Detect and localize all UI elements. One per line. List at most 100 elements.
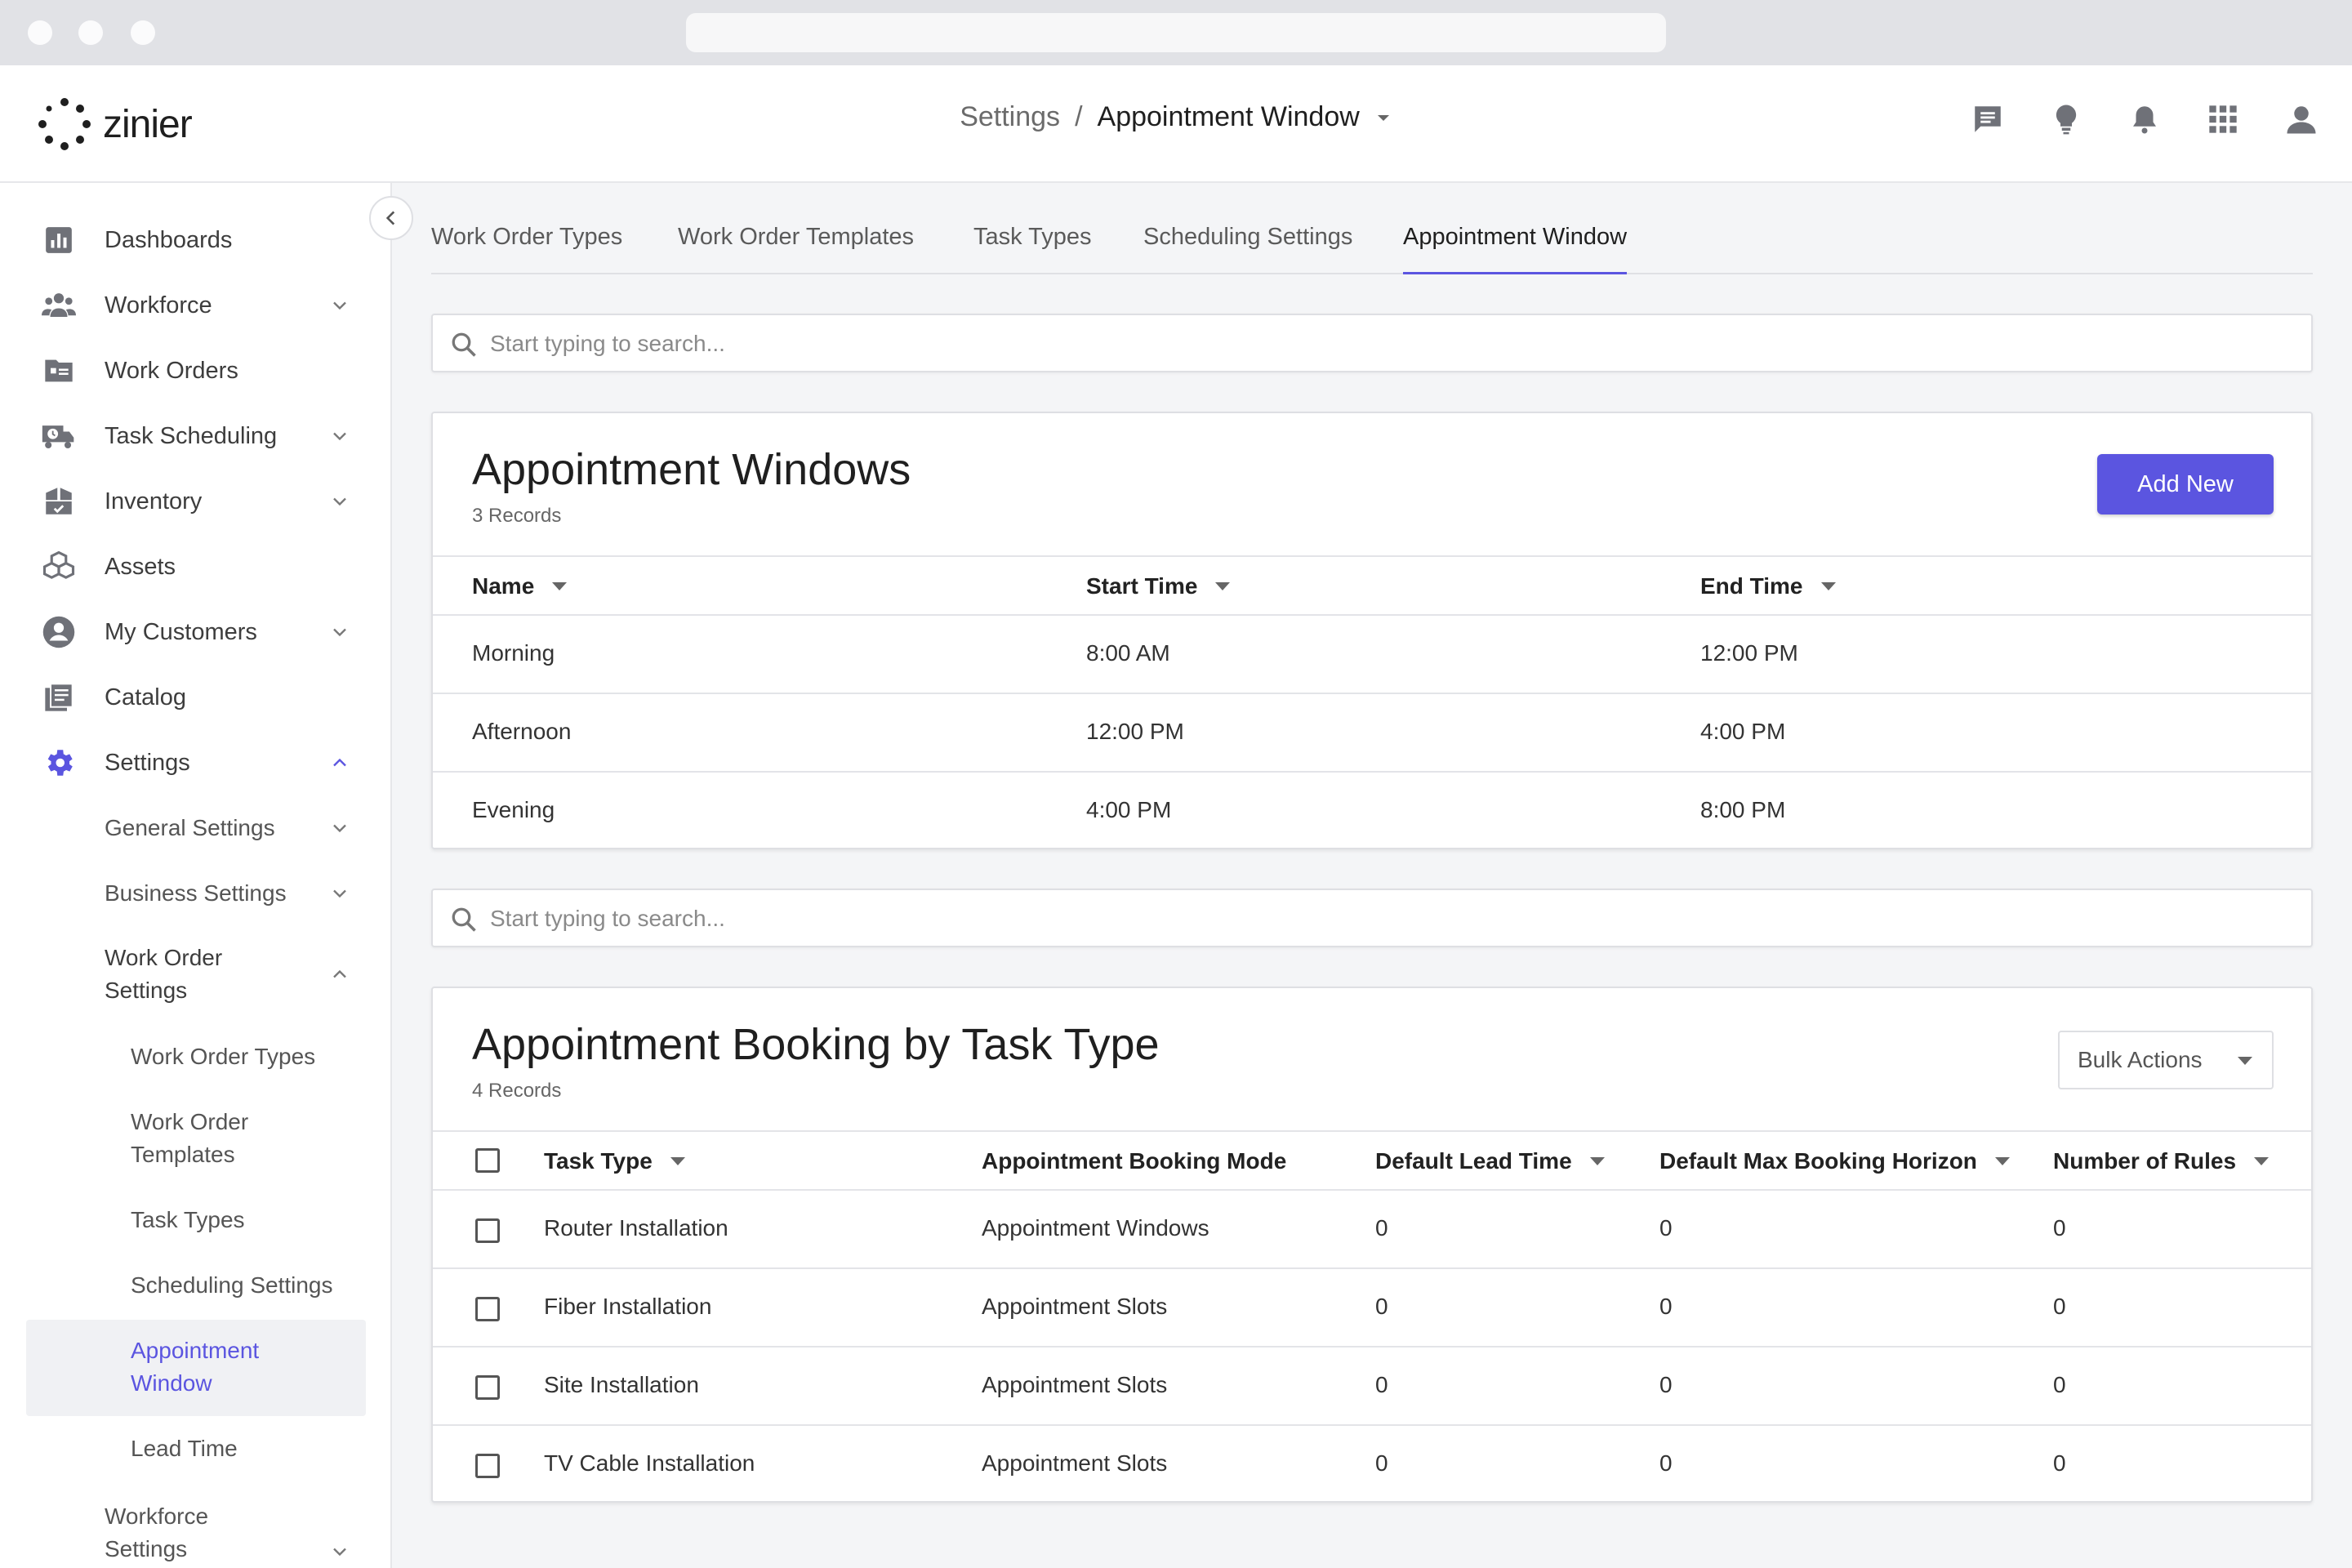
window-close-dot[interactable] [28,20,52,45]
cell-booking-mode: Appointment Slots [982,1372,1168,1397]
bell-icon[interactable] [2127,101,2163,137]
window-minimize-dot[interactable] [78,20,103,45]
sidebar-item-task-types[interactable]: Task Types [0,1204,392,1253]
cell-number-of-rules: 0 [2053,1450,2066,1476]
sort-down-icon [2254,1157,2270,1165]
chevron-down-icon[interactable] [328,621,351,644]
tab-work-order-templates[interactable]: Work Order Templates [678,224,914,274]
column-header-task-type[interactable]: Task Type [544,1148,685,1174]
add-new-button[interactable]: Add New [2097,454,2274,514]
row-checkbox[interactable] [475,1218,500,1243]
chat-icon[interactable] [1970,101,2006,137]
sort-down-icon [1589,1157,1605,1165]
bar-chart-icon [41,222,77,258]
tab-appointment-window[interactable]: Appointment Window [1403,224,1628,274]
row-checkbox[interactable] [475,1454,500,1478]
breadcrumb-current[interactable]: Appointment Window [1098,101,1360,133]
address-bar[interactable] [686,13,1666,52]
user-icon[interactable] [2283,101,2319,137]
assets-icon [41,549,77,585]
sidebar-item-dashboards[interactable]: Dashboards [0,216,392,265]
column-header-default-lead-time[interactable]: Default Lead Time [1375,1148,1605,1174]
sidebar-item-work-orders[interactable]: Work Orders [0,346,392,395]
search-bar [431,314,2313,372]
sidebar-item-lead-time[interactable]: Lead Time [0,1432,392,1481]
people-icon [41,287,77,323]
column-header-end-time[interactable]: End Time [1700,573,1836,599]
column-label: Number of Rules [2053,1148,2237,1174]
sort-down-icon [1994,1157,2010,1165]
lightbulb-icon[interactable] [2048,101,2084,137]
chevron-down-icon[interactable] [328,490,351,513]
column-header-name[interactable]: Name [472,573,568,599]
select-all-checkbox[interactable] [475,1148,500,1173]
sidebar-item-label: Business Settings [105,880,287,906]
sidebar-item-general-settings[interactable]: General Settings [0,804,392,853]
cell-booking-mode: Appointment Windows [982,1215,1209,1241]
cell-task-type: Fiber Installation [544,1294,712,1319]
search-input[interactable] [490,325,2287,363]
sidebar-item-work-order-templates[interactable]: Work Order Templates [0,1106,392,1174]
sidebar-item-assets[interactable]: Assets [0,542,392,591]
sidebar-item-work-order-settings[interactable]: Work Order Settings [0,939,392,1009]
cell-number-of-rules: 0 [2053,1372,2066,1397]
catalog-icon [41,679,77,715]
chevron-down-icon[interactable] [328,294,351,317]
sidebar-item-appointment-window[interactable]: Appointment Window [0,1334,392,1403]
table-row[interactable]: Afternoon 12:00 PM 4:00 PM [433,694,2311,773]
sidebar-item-task-scheduling[interactable]: Task Scheduling [0,412,392,461]
tab-scheduling-settings[interactable]: Scheduling Settings [1143,224,1352,274]
sidebar: Dashboards Workforce Work Orders Task Sc… [0,183,392,1568]
chevron-up-icon[interactable] [328,963,351,986]
column-header-number-of-rules[interactable]: Number of Rules [2053,1148,2270,1174]
sidebar-collapse-button[interactable] [369,196,413,240]
sidebar-item-settings[interactable]: Settings [0,738,392,787]
sidebar-item-label: Work Orders [105,357,238,384]
sidebar-item-label: Work Order Templates [131,1109,249,1167]
column-header-booking-mode[interactable]: Appointment Booking Mode [982,1148,1286,1174]
search-input[interactable] [490,900,2287,938]
tab-task-types[interactable]: Task Types [973,224,1092,274]
column-label: Appointment Booking Mode [982,1148,1287,1174]
chevron-down-icon[interactable] [328,1540,351,1563]
chevron-down-icon[interactable] [328,817,351,840]
cell-start-time: 4:00 PM [1086,797,1172,822]
cell-name: Evening [472,797,555,822]
window-maximize-dot[interactable] [131,20,155,45]
column-header-max-booking-horizon[interactable]: Default Max Booking Horizon [1659,1148,2010,1174]
table-row[interactable]: Fiber Installation Appointment Slots 0 0… [433,1269,2311,1348]
sidebar-item-label: Work Order Types [131,1044,316,1069]
sidebar-item-business-settings[interactable]: Business Settings [0,869,392,918]
sidebar-item-work-order-types[interactable]: Work Order Types [0,1040,392,1089]
sort-down-icon [1820,582,1836,590]
cell-number-of-rules: 0 [2053,1215,2066,1241]
sidebar-item-my-customers[interactable]: My Customers [0,608,392,657]
sidebar-item-workforce-settings[interactable]: Workforce Settings [0,1498,392,1568]
row-checkbox[interactable] [475,1375,500,1400]
column-header-start-time[interactable]: Start Time [1086,573,1231,599]
cell-task-type: Site Installation [544,1372,699,1397]
row-checkbox[interactable] [475,1297,500,1321]
table-row[interactable]: Site Installation Appointment Slots 0 0 … [433,1348,2311,1426]
cell-task-type: Router Installation [544,1215,728,1241]
inventory-icon [41,483,77,519]
record-count: 3 Records [472,505,562,527]
chevron-left-icon [385,211,395,225]
table-row[interactable]: Morning 8:00 AM 12:00 PM [433,616,2311,694]
sidebar-item-inventory[interactable]: Inventory [0,477,392,526]
chevron-down-icon[interactable] [1374,109,1392,127]
table-row[interactable]: Router Installation Appointment Windows … [433,1191,2311,1269]
tab-work-order-types[interactable]: Work Order Types [431,224,622,274]
breadcrumb-parent[interactable]: Settings [960,101,1060,133]
sidebar-item-workforce[interactable]: Workforce [0,281,392,330]
bulk-actions-dropdown[interactable]: Bulk Actions [2058,1031,2274,1089]
apps-grid-icon[interactable] [2205,101,2241,137]
sidebar-item-label: Catalog [105,684,186,710]
table-row[interactable]: Evening 4:00 PM 8:00 PM [433,773,2311,851]
sidebar-item-catalog[interactable]: Catalog [0,673,392,722]
chevron-down-icon[interactable] [328,425,351,448]
chevron-up-icon[interactable] [328,751,351,774]
table-row[interactable]: TV Cable Installation Appointment Slots … [433,1426,2311,1504]
sidebar-item-scheduling-settings[interactable]: Scheduling Settings [0,1269,392,1318]
chevron-down-icon[interactable] [328,882,351,905]
